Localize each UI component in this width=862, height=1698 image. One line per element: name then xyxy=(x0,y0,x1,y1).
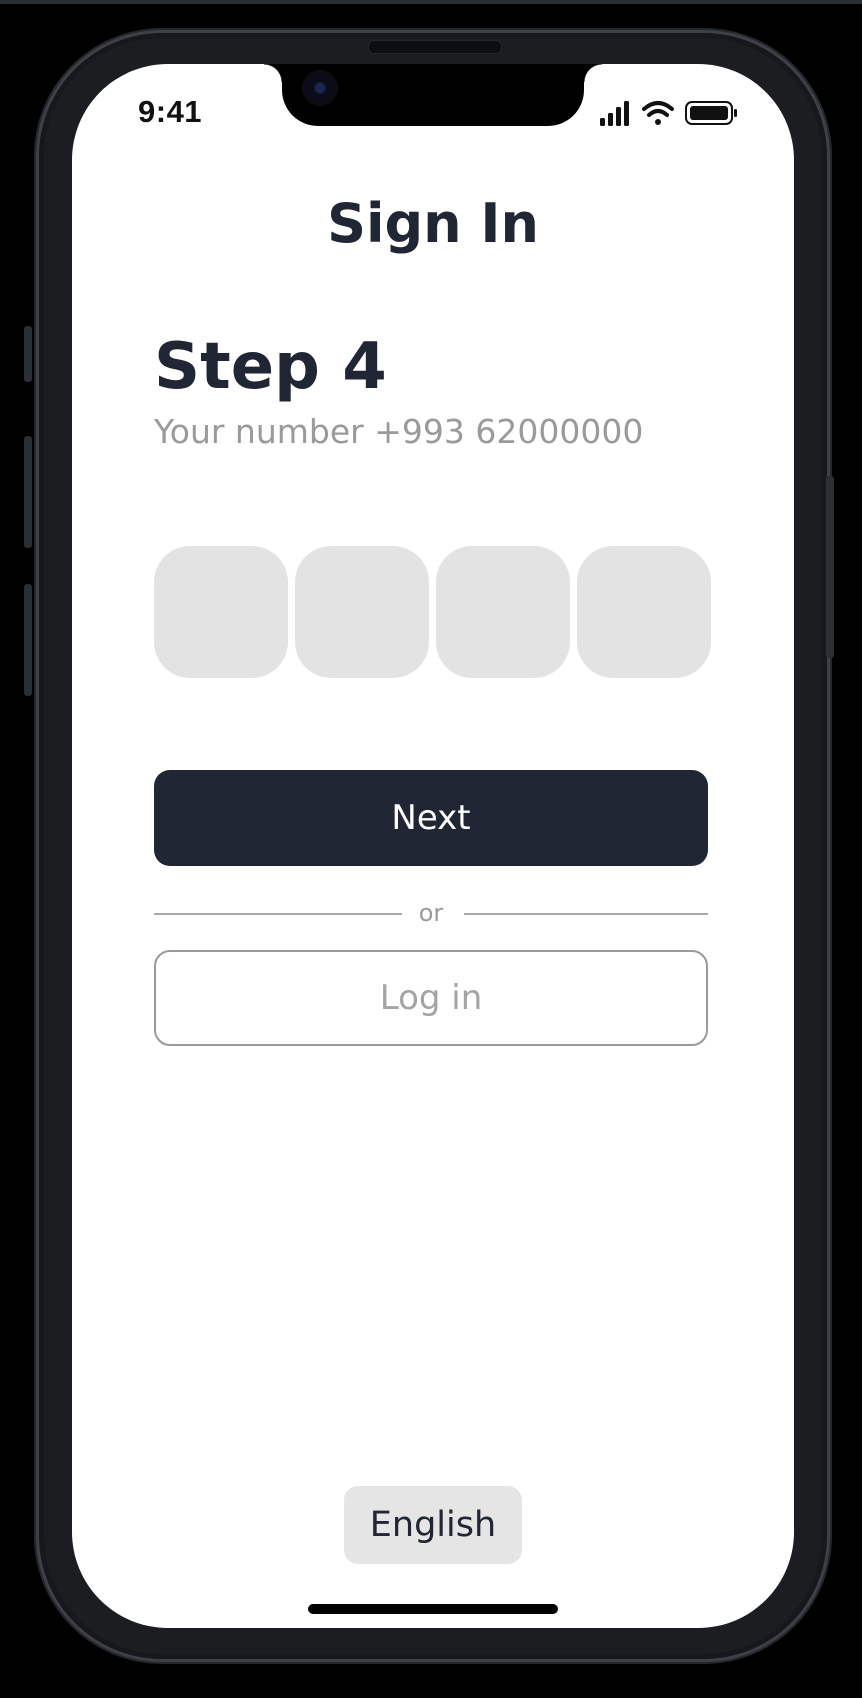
step-heading: Step 4 xyxy=(154,330,387,404)
status-icons xyxy=(600,101,737,126)
wifi-icon xyxy=(642,101,674,125)
code-digit-4[interactable] xyxy=(577,546,711,678)
divider-line-right xyxy=(464,913,708,915)
home-indicator[interactable] xyxy=(308,1604,558,1614)
battery-icon xyxy=(685,101,737,125)
volume-down-button xyxy=(24,584,32,696)
page-title: Sign In xyxy=(327,192,539,255)
next-button[interactable]: Next xyxy=(154,770,708,866)
volume-up-button xyxy=(24,436,32,548)
login-button[interactable]: Log in xyxy=(154,950,708,1046)
window-top-edge xyxy=(0,0,862,4)
or-divider: or xyxy=(154,900,708,930)
power-button xyxy=(826,476,834,658)
phone-number-text: Your number +993 62000000 xyxy=(154,412,644,451)
earpiece-speaker xyxy=(368,40,502,54)
status-time: 9:41 xyxy=(138,94,203,129)
code-digit-3[interactable] xyxy=(436,546,570,678)
language-button[interactable]: English xyxy=(344,1486,522,1564)
front-camera xyxy=(302,70,338,106)
mute-switch xyxy=(24,326,32,382)
notch xyxy=(264,64,602,126)
code-input-row xyxy=(154,546,711,678)
code-digit-1[interactable] xyxy=(154,546,288,678)
code-digit-2[interactable] xyxy=(295,546,429,678)
cellular-signal-icon xyxy=(600,101,629,126)
phone-screen: 9:41 Sign In Step 4 Your number +993 620… xyxy=(72,64,794,1628)
